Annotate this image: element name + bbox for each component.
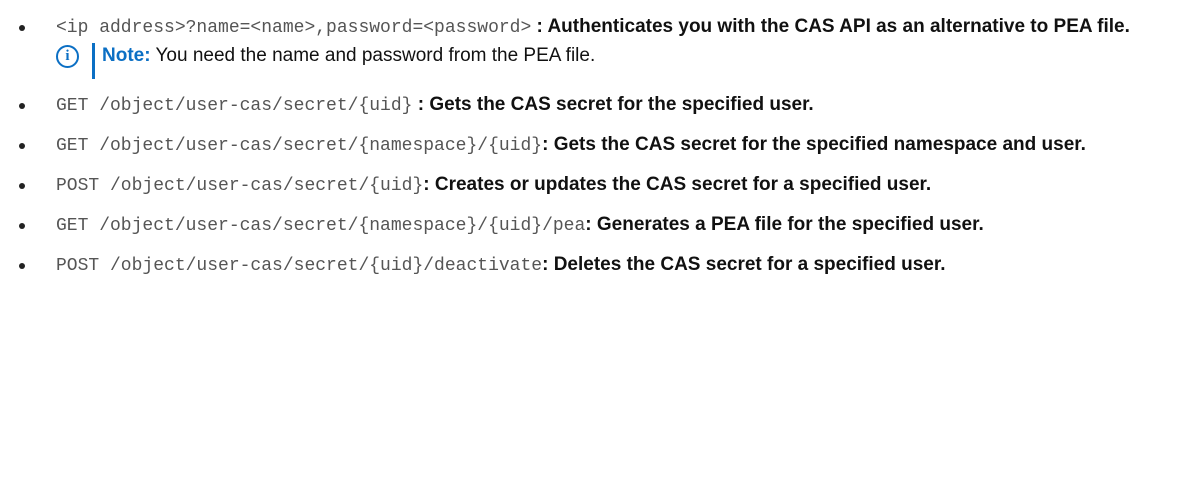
list-item: GET /object/user-cas/secret/{uid} : Gets… <box>0 92 1181 119</box>
endpoint-code: <ip address>?name=<name>,password=<passw… <box>56 18 532 38</box>
note-body: Note: You need the name and password fro… <box>102 43 595 69</box>
bullet-icon <box>19 143 25 149</box>
list-item: POST /object/user-cas/secret/{uid}/deact… <box>0 252 1181 279</box>
document-page: <ip address>?name=<name>,password=<passw… <box>0 0 1181 477</box>
endpoint-code: GET /object/user-cas/secret/{namespace}/… <box>56 216 586 236</box>
info-icon: i <box>56 45 79 68</box>
endpoint-code: GET /object/user-cas/secret/{uid} <box>56 96 413 116</box>
endpoint-description: : Generates a PEA file for the specified… <box>585 214 984 235</box>
bullet-icon <box>19 25 25 31</box>
endpoint-description: : Deletes the CAS secret for a specified… <box>542 254 946 275</box>
note-label: Note: <box>102 45 151 66</box>
api-endpoint-list: <ip address>?name=<name>,password=<passw… <box>0 14 1181 279</box>
endpoint-code: POST /object/user-cas/secret/{uid}/deact… <box>56 256 543 276</box>
note-divider <box>92 43 95 79</box>
endpoint-code: GET /object/user-cas/secret/{namespace}/… <box>56 136 543 156</box>
list-item: <ip address>?name=<name>,password=<passw… <box>0 14 1181 79</box>
list-item: GET /object/user-cas/secret/{namespace}/… <box>0 212 1181 239</box>
endpoint-description: : Creates or updates the CAS secret for … <box>423 174 932 195</box>
bullet-icon <box>19 183 25 189</box>
bullet-icon <box>19 223 25 229</box>
endpoint-code: POST /object/user-cas/secret/{uid} <box>56 176 424 196</box>
bullet-icon <box>19 103 25 109</box>
list-item: GET /object/user-cas/secret/{namespace}/… <box>0 132 1181 159</box>
endpoint-description: : Authenticates you with the CAS API as … <box>531 16 1130 37</box>
list-item: POST /object/user-cas/secret/{uid}: Crea… <box>0 172 1181 199</box>
endpoint-description: : Gets the CAS secret for the specified … <box>542 134 1086 155</box>
endpoint-description: : Gets the CAS secret for the specified … <box>412 94 814 115</box>
note-callout: i Note: You need the name and password f… <box>56 43 1181 79</box>
note-text: You need the name and password from the … <box>150 45 596 66</box>
bullet-icon <box>19 263 25 269</box>
